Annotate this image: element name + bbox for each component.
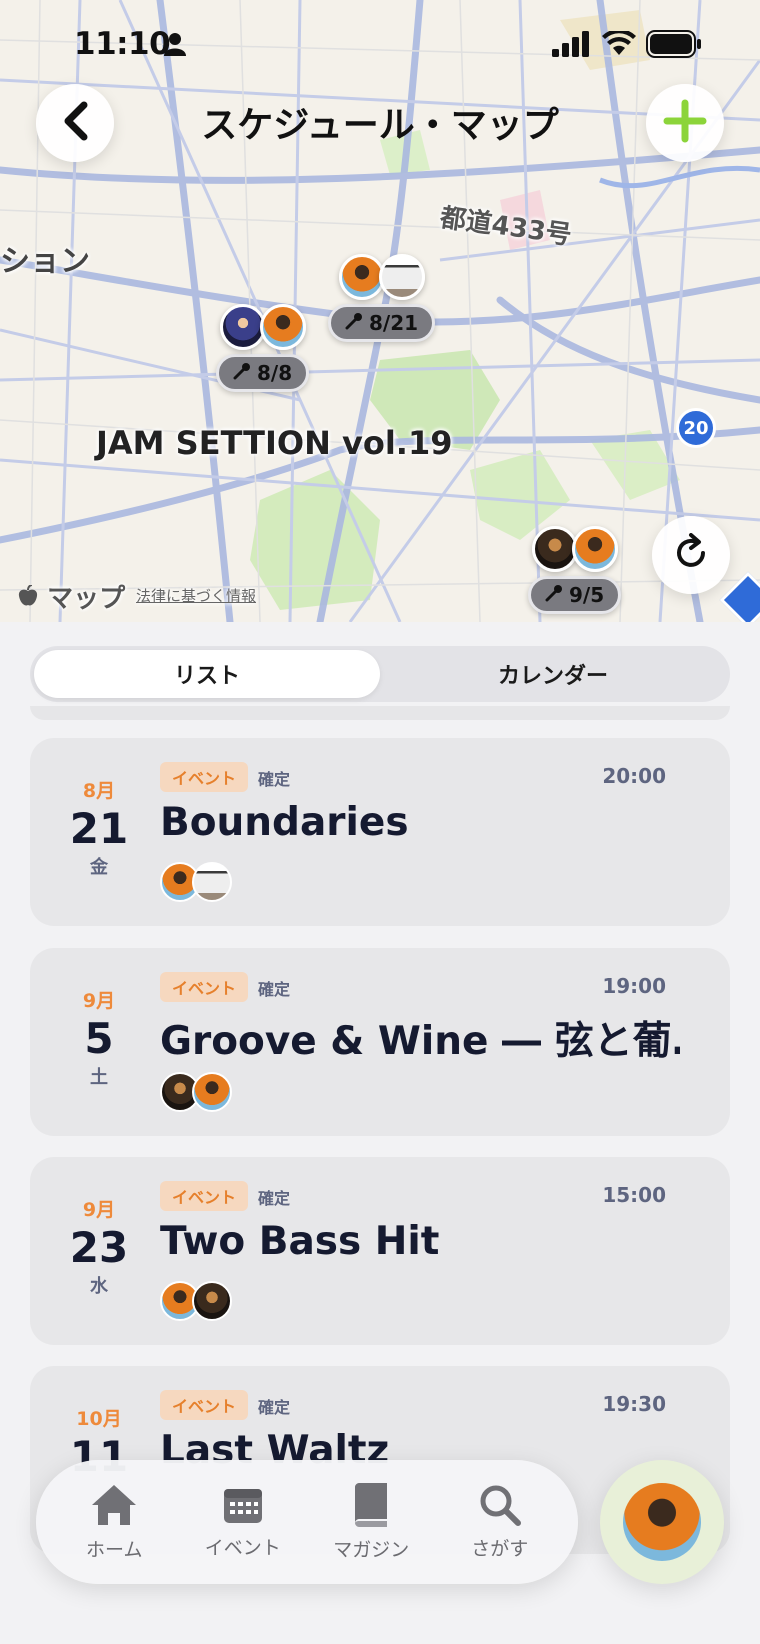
event-card[interactable]: 9月 23 水 イベント 確定 15:00 Two Bass Hit <box>30 1157 730 1345</box>
person-icon <box>164 32 186 60</box>
event-tag: イベント <box>160 972 249 1002</box>
battery-icon <box>646 30 702 62</box>
tab-search[interactable]: さがす <box>440 1484 560 1561</box>
map-pin-8-21[interactable]: 8/21 <box>328 254 436 342</box>
event-status: 確定 <box>258 1398 291 1417</box>
legal-link[interactable]: 法律に基づく情報 <box>136 585 256 606</box>
tab-magazine-label: マガジン <box>333 1538 410 1561</box>
tab-event[interactable]: イベント <box>183 1485 303 1560</box>
status-time: 11:10 <box>74 26 171 62</box>
profile-button[interactable] <box>600 1460 724 1584</box>
search-icon <box>479 1484 521 1530</box>
event-date: 8月 21 金 <box>54 776 144 879</box>
avatar <box>531 526 578 572</box>
avatar <box>192 1072 232 1112</box>
event-card[interactable]: 8月 21 金 イベント 確定 20:00 Boundaries <box>30 738 730 926</box>
tab-bar: ホーム イベント マガジン さがす <box>36 1460 578 1584</box>
event-title: Boundaries <box>160 800 409 845</box>
event-status: 確定 <box>258 980 291 999</box>
status-bar: 11:10 <box>0 0 760 90</box>
event-day: 5 <box>84 1014 114 1063</box>
calendar-icon <box>222 1485 264 1529</box>
event-title: Groove & Wine ― 弦と葡… <box>160 1019 680 1064</box>
event-tag: イベント <box>160 1181 249 1211</box>
maps-brand: マップ <box>47 584 126 614</box>
event-participants <box>160 1281 232 1321</box>
event-day: 21 <box>69 804 129 853</box>
event-title: Two Bass Hit <box>160 1219 440 1264</box>
station-label: ション <box>0 244 90 279</box>
event-participants <box>160 862 232 902</box>
map-pin-8-8[interactable]: 8/8 <box>216 304 310 392</box>
event-tag: イベント <box>160 762 249 792</box>
signal-icon <box>552 31 592 61</box>
event-month: 10月 <box>76 1408 122 1430</box>
event-month: 9月 <box>82 1199 116 1221</box>
event-date: 9月 23 水 <box>54 1195 144 1298</box>
tab-search-label: さがす <box>471 1537 529 1560</box>
plus-icon <box>663 99 707 147</box>
home-icon <box>90 1483 138 1531</box>
pin-date: 9/5 <box>569 583 605 607</box>
tab-event-label: イベント <box>204 1536 281 1559</box>
pin-chip: 9/5 <box>528 576 622 614</box>
avatar <box>259 304 306 350</box>
event-weekday: 金 <box>90 857 108 878</box>
event-status: 確定 <box>258 1189 291 1208</box>
event-weekday: 土 <box>90 1067 108 1088</box>
map-view[interactable]: 11:10 スケジュール・マップ 都道433号 ション JAM SETTION … <box>0 0 760 622</box>
pin-date: 8/8 <box>257 361 293 385</box>
route-shield: 20 <box>676 408 716 448</box>
venue-label: JAM SETTION vol.19 <box>96 424 453 462</box>
tab-home-label: ホーム <box>86 1538 143 1561</box>
avatar <box>338 254 385 300</box>
event-month: 8月 <box>82 780 116 802</box>
event-weekday: 水 <box>90 1276 108 1297</box>
avatar <box>219 304 266 350</box>
microphone-icon <box>545 583 563 607</box>
avatar <box>192 1281 232 1321</box>
event-card[interactable]: 9月 5 土 イベント 確定 19:00 Groove & Wine ― 弦と葡… <box>30 948 730 1136</box>
wifi-icon <box>602 28 636 61</box>
refresh-button[interactable] <box>652 516 730 594</box>
pin-chip: 8/8 <box>216 354 310 392</box>
avatar <box>378 254 425 300</box>
add-button[interactable] <box>646 84 724 162</box>
list-previous-card-edge <box>30 706 730 720</box>
maps-attribution[interactable]: マップ <box>18 578 125 615</box>
tab-magazine[interactable]: マガジン <box>311 1482 431 1562</box>
tab-home[interactable]: ホーム <box>54 1483 174 1562</box>
avatar <box>623 1483 701 1561</box>
refresh-icon <box>671 533 711 577</box>
event-day: 23 <box>69 1223 129 1272</box>
event-month: 9月 <box>82 990 116 1012</box>
pin-chip: 8/21 <box>328 304 436 342</box>
map-pin-9-5[interactable]: 9/5 <box>528 526 622 614</box>
event-participants <box>160 1072 232 1112</box>
segment-list[interactable]: リスト <box>34 650 380 698</box>
pin-date: 8/21 <box>369 311 419 335</box>
microphone-icon <box>345 311 363 335</box>
event-tag: イベント <box>160 1390 249 1420</box>
event-status: 確定 <box>258 770 291 789</box>
event-time: 19:00 <box>602 974 666 998</box>
avatar <box>192 862 232 902</box>
apple-logo-icon <box>18 584 47 614</box>
microphone-icon <box>233 361 251 385</box>
event-time: 15:00 <box>602 1183 666 1207</box>
event-date: 9月 5 土 <box>54 986 144 1089</box>
segment-calendar[interactable]: カレンダー <box>380 650 726 698</box>
view-segmented-control: リスト カレンダー <box>30 646 730 702</box>
book-icon <box>351 1482 391 1531</box>
event-time: 20:00 <box>602 764 666 788</box>
event-time: 19:30 <box>602 1392 666 1416</box>
avatar <box>571 526 618 572</box>
